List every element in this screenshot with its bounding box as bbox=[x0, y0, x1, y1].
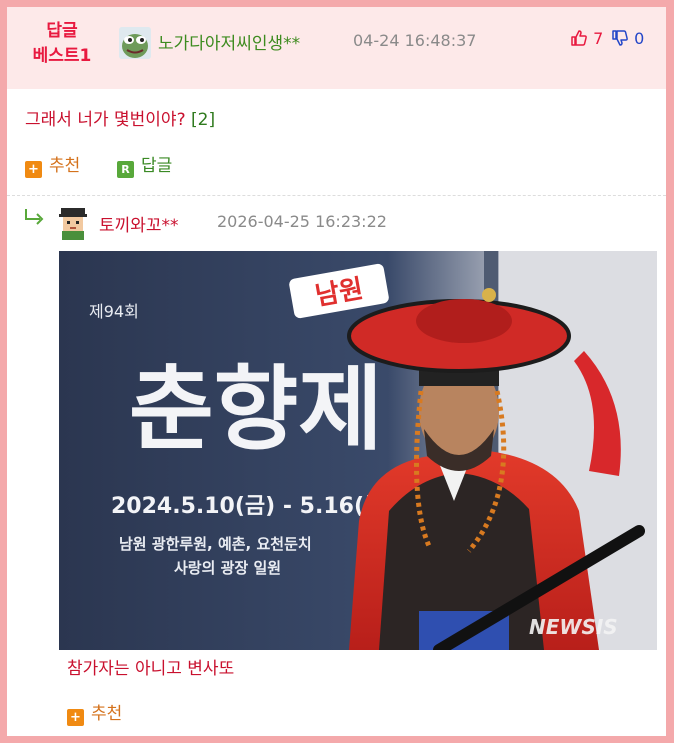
plus-icon: + bbox=[25, 161, 42, 178]
downvote-count: 0 bbox=[634, 29, 645, 48]
comment-text: 참가자는 아니고 변사또 bbox=[67, 659, 235, 679]
comment-timestamp: 04-24 16:48:37 bbox=[353, 31, 477, 50]
recommend-button[interactable]: + 추천 bbox=[25, 151, 80, 178]
reply-count[interactable]: [2] bbox=[191, 110, 215, 130]
thumbs-down-icon bbox=[612, 30, 628, 46]
pixel-character-avatar-icon bbox=[56, 206, 90, 240]
reply-arrow-icon bbox=[25, 209, 44, 225]
commenter-nickname[interactable]: 노가다아저씨인생** bbox=[158, 29, 300, 54]
reply-label: 답글 bbox=[141, 156, 173, 176]
comment-body: 그래서 너가 몇번이야? bbox=[25, 110, 186, 130]
recommend-label: 추천 bbox=[49, 156, 81, 176]
plus-icon: + bbox=[67, 709, 84, 726]
photo-watermark: NEWSIS bbox=[529, 615, 618, 639]
banner-venue-line2: 사랑의 광장 일원 bbox=[174, 559, 281, 577]
comment-timestamp: 2026-04-25 16:23:22 bbox=[217, 212, 387, 231]
commenter-nickname[interactable]: 토끼와꼬** bbox=[99, 211, 179, 236]
banner-dates: 2024.5.10(금) - 5.16(목) bbox=[111, 494, 394, 519]
upvote-button[interactable]: 7 bbox=[570, 29, 603, 48]
best-badge: 답글 베스트1 bbox=[17, 19, 107, 69]
reply-r-icon: R bbox=[117, 161, 134, 178]
avatar[interactable] bbox=[119, 27, 151, 59]
downvote-button[interactable]: 0 bbox=[611, 29, 644, 48]
banner-event-text: 제94회 bbox=[89, 302, 139, 321]
comment-text: 그래서 너가 몇번이야? [2] bbox=[25, 105, 215, 130]
avatar[interactable] bbox=[56, 206, 90, 240]
upvote-count: 7 bbox=[593, 29, 604, 48]
recommend-label: 추천 bbox=[91, 704, 123, 724]
pepe-avatar-icon bbox=[119, 27, 151, 59]
recommend-button[interactable]: + 추천 bbox=[67, 699, 122, 726]
festival-photo-image: 제94회 남원 춘향제 2024.5.10(금) - 5.16(목) 남원 광한… bbox=[59, 251, 657, 650]
divider bbox=[7, 195, 666, 196]
comment-panel: 답글 베스트1 노가다아저씨인생** 04-24 16:48:37 7 0 그래… bbox=[7, 7, 666, 736]
reply-button[interactable]: R 답글 bbox=[117, 151, 172, 178]
best-comment: 답글 베스트1 노가다아저씨인생** 04-24 16:48:37 7 0 그래… bbox=[7, 7, 666, 195]
banner-title: 춘향제 bbox=[129, 356, 383, 463]
best-badge-line1: 답글 bbox=[46, 21, 78, 41]
attached-photo[interactable]: 제94회 남원 춘향제 2024.5.10(금) - 5.16(목) 남원 광한… bbox=[59, 251, 657, 650]
thumbs-up-icon bbox=[571, 30, 587, 46]
best-badge-line2: 베스트1 bbox=[32, 46, 92, 66]
banner-venue-line1: 남원 광한루원, 예촌, 요천둔치 bbox=[119, 535, 312, 553]
